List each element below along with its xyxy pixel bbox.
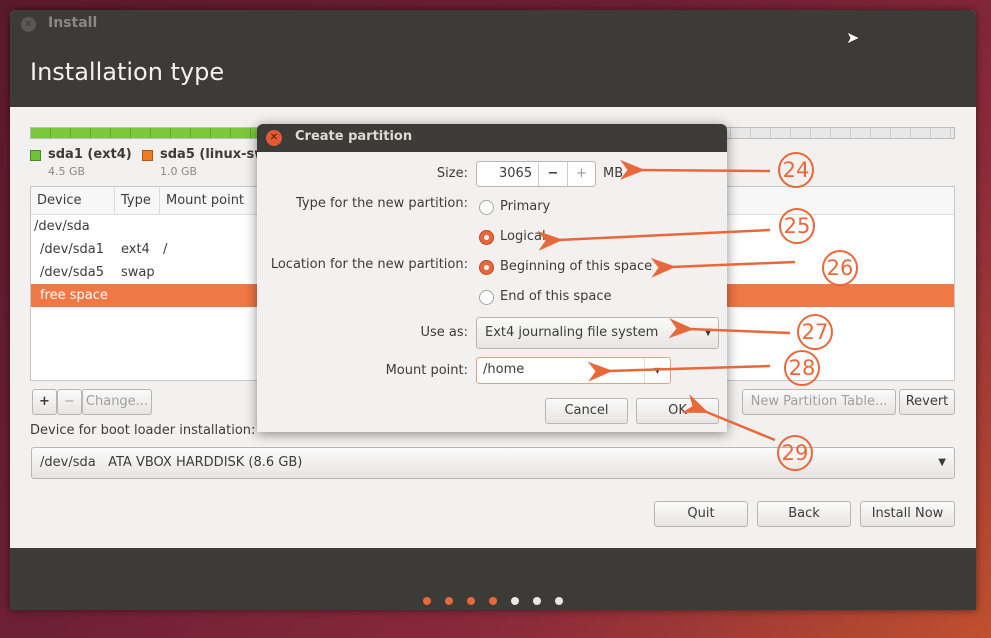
size-spinner: 3065 − + (476, 161, 596, 187)
revert-button[interactable]: Revert (899, 389, 955, 415)
annotation-marker: 28 (784, 350, 820, 386)
radio-primary[interactable] (479, 200, 494, 215)
table-row-type: swap (121, 265, 155, 280)
table-row-device[interactable]: /dev/sda5 (40, 261, 104, 284)
dialog-title: Create partition (295, 129, 413, 144)
partition-bar-sda1 (31, 128, 261, 138)
annotation-marker: 25 (779, 208, 815, 244)
column-header-type[interactable]: Type (115, 187, 160, 215)
chevron-down-icon[interactable]: ▼ (644, 358, 670, 383)
size-decrement-button[interactable]: − (538, 162, 567, 186)
change-partition-button[interactable]: Change... (82, 389, 152, 415)
table-row-device: free space (40, 288, 108, 303)
dialog-title-bar: ✕ Create partition (257, 124, 727, 152)
radio-logical-label[interactable]: Logical (500, 229, 546, 244)
mount-point-input[interactable]: /home (483, 362, 524, 377)
use-as-label: Use as: (420, 325, 468, 340)
progress-dot-pending (533, 597, 541, 605)
chevron-down-icon: ▼ (938, 457, 946, 468)
install-now-button[interactable]: Install Now (860, 501, 955, 527)
progress-dot-pending (555, 597, 563, 605)
quit-button[interactable]: Quit (654, 501, 748, 527)
annotation-marker: 26 (822, 250, 858, 286)
annotation-marker: 29 (777, 435, 813, 471)
radio-primary-label[interactable]: Primary (500, 199, 550, 214)
close-dialog-button[interactable]: ✕ (266, 130, 282, 146)
title-bar: ✕ Install Installation type (10, 10, 976, 107)
boot-device: /dev/sda (40, 455, 96, 470)
size-unit: MB (603, 166, 624, 181)
radio-beginning[interactable] (479, 260, 494, 275)
create-partition-dialog: ✕ Create partition Size: 3065 − + MB Typ… (257, 124, 727, 432)
boot-loader-device-select[interactable]: /dev/sda ATA VBOX HARDDISK (8.6 GB) ▼ (31, 447, 955, 479)
remove-partition-button[interactable]: − (57, 389, 82, 415)
radio-end-label[interactable]: End of this space (500, 289, 612, 304)
ok-button[interactable]: OK (636, 398, 719, 424)
size-input[interactable]: 3065 (499, 166, 532, 181)
progress-dot-done (445, 597, 453, 605)
table-row-type: ext4 (121, 242, 150, 257)
legend-label-sda5: sda5 (linux-sw (160, 147, 267, 162)
close-window-button[interactable]: ✕ (21, 17, 36, 32)
mount-point-label: Mount point: (385, 363, 468, 378)
progress-bar-area (10, 548, 976, 610)
legend-size-sda1: 4.5 GB (48, 165, 86, 178)
add-partition-button[interactable]: + (32, 389, 57, 415)
annotation-marker: 27 (797, 314, 833, 350)
use-as-value: Ext4 journaling file system (485, 325, 659, 340)
legend-size-sda5: 1.0 GB (160, 165, 198, 178)
table-row-device[interactable]: /dev/sda1 (40, 238, 104, 261)
radio-logical[interactable] (479, 230, 494, 245)
partition-type-label: Type for the new partition: (295, 196, 468, 211)
cancel-button[interactable]: Cancel (545, 398, 628, 424)
progress-dot-done (423, 597, 431, 605)
page-title: Installation type (30, 58, 225, 86)
size-increment-button[interactable]: + (567, 162, 595, 186)
legend-swatch-sda1 (30, 150, 41, 161)
use-as-select[interactable]: Ext4 journaling file system ▼ (476, 317, 719, 349)
mouse-cursor-icon: ➤ (846, 28, 860, 47)
location-label: Location for the new partition: (270, 257, 468, 272)
legend-label-sda1: sda1 (ext4) (48, 147, 132, 162)
progress-dot-pending (511, 597, 519, 605)
progress-dot-done (489, 597, 497, 605)
boot-loader-label: Device for boot loader installation: (30, 423, 256, 438)
table-row-mount: / (163, 242, 168, 257)
progress-dot-done (467, 597, 475, 605)
legend-swatch-sda5 (142, 150, 153, 161)
size-label: Size: (436, 166, 468, 181)
table-row-device[interactable]: /dev/sda (34, 215, 90, 238)
column-header-device[interactable]: Device (31, 187, 115, 215)
window-title: Install (48, 15, 98, 31)
annotation-marker: 24 (778, 152, 814, 188)
chevron-down-icon: ▼ (704, 327, 712, 338)
back-button[interactable]: Back (757, 501, 851, 527)
radio-beginning-label[interactable]: Beginning of this space (500, 259, 652, 274)
new-partition-table-button[interactable]: New Partition Table... (742, 389, 896, 415)
boot-device-description: ATA VBOX HARDDISK (8.6 GB) (108, 455, 303, 470)
mount-point-combo[interactable]: /home ▼ (476, 357, 671, 384)
radio-end[interactable] (479, 290, 494, 305)
